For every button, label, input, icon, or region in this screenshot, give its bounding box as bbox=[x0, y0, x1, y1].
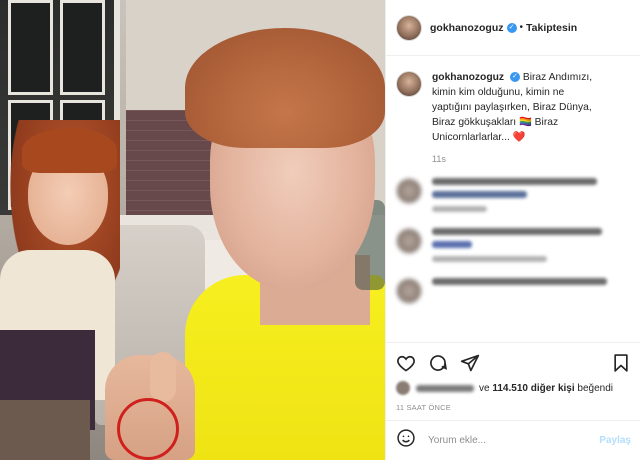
caption-line: Biraz Andımızı, bbox=[522, 72, 593, 83]
author-avatar[interactable] bbox=[396, 14, 422, 41]
action-icon-row bbox=[396, 351, 631, 375]
caption-line: kimin kim olduğunu, kimin ne bbox=[432, 87, 565, 98]
add-comment-bar: Paylaş bbox=[386, 420, 640, 460]
comment-input[interactable] bbox=[428, 435, 600, 446]
post-comment-button[interactable]: Paylaş bbox=[599, 435, 631, 446]
comment-icon[interactable] bbox=[428, 353, 448, 373]
thumb bbox=[150, 352, 176, 402]
girl-bangs bbox=[22, 128, 117, 173]
post-sidebar: gokhanozoguz ✓ • Takiptesin gokhanozoguz… bbox=[385, 0, 640, 460]
heart-icon[interactable] bbox=[396, 353, 416, 373]
likes-text: ve 114.510 diğer kişi beğendi bbox=[479, 382, 614, 394]
table bbox=[0, 400, 90, 460]
instagram-post-view: gokhanozoguz ✓ • Takiptesin gokhanozoguz… bbox=[0, 0, 640, 460]
blurred-comment bbox=[386, 170, 640, 220]
paper-plane-icon[interactable] bbox=[460, 353, 480, 373]
blurred-comment-text bbox=[432, 178, 597, 212]
blurred-liker-name bbox=[416, 384, 474, 392]
red-circle-annotation bbox=[117, 398, 179, 460]
comment-list[interactable] bbox=[386, 170, 640, 342]
caption-author-avatar[interactable] bbox=[396, 71, 422, 97]
blurred-comment bbox=[386, 270, 640, 312]
caption-username[interactable]: gokhanozoguz bbox=[432, 72, 504, 83]
author-username[interactable]: gokhanozoguz bbox=[430, 22, 504, 34]
post-header: gokhanozoguz ✓ • Takiptesin bbox=[386, 0, 640, 56]
emoji-icon[interactable] bbox=[396, 428, 416, 453]
verified-badge-icon: ✓ bbox=[506, 22, 517, 33]
likes-summary[interactable]: ve 114.510 diğer kişi beğendi bbox=[396, 381, 631, 395]
commenter-avatar bbox=[396, 228, 422, 254]
blurred-comment-text bbox=[432, 278, 607, 304]
bookmark-icon[interactable] bbox=[611, 353, 631, 373]
caption-line: yaptığını paylaşırken, Biraz Dünya, bbox=[432, 102, 592, 113]
post-caption: gokhanozoguz ✓ Biraz Andımızı, kimin kim… bbox=[386, 56, 640, 145]
caption-line: Biraz gökkuşakları 🏳️‍🌈 Biraz bbox=[432, 117, 559, 128]
liker-avatar bbox=[396, 381, 410, 395]
blurred-comment-text bbox=[432, 228, 602, 262]
man-hair bbox=[185, 28, 385, 148]
caption-text: gokhanozoguz ✓ Biraz Andımızı, kimin kim… bbox=[432, 70, 620, 145]
like-count: 114.510 bbox=[492, 382, 528, 394]
commenter-avatar bbox=[396, 278, 422, 304]
post-actions: ve 114.510 diğer kişi beğendi 11 SAAT ÖN… bbox=[386, 342, 640, 412]
caption-timestamp[interactable]: 11s bbox=[432, 154, 640, 164]
post-time-ago[interactable]: 11 SAAT ÖNCE bbox=[396, 403, 631, 412]
blurred-comment bbox=[386, 220, 640, 270]
verified-badge-icon: ✓ bbox=[509, 72, 520, 83]
commenter-avatar bbox=[396, 178, 422, 204]
header-separator: • bbox=[519, 22, 524, 33]
follow-status-button[interactable]: Takiptesin bbox=[526, 22, 577, 34]
post-photo[interactable] bbox=[0, 0, 385, 460]
caption-line: Unicornlarlarlar... ❤️ bbox=[432, 132, 526, 143]
